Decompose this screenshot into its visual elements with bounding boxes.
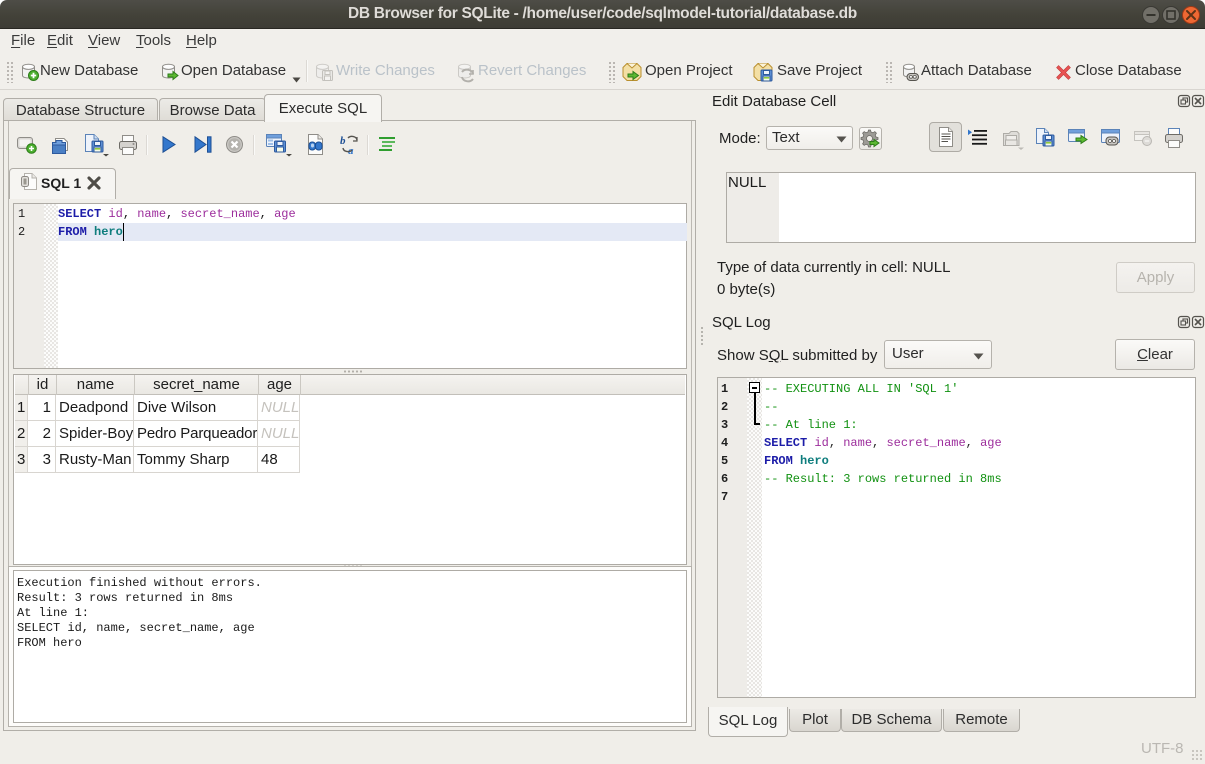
svg-text:b: b xyxy=(340,135,346,147)
